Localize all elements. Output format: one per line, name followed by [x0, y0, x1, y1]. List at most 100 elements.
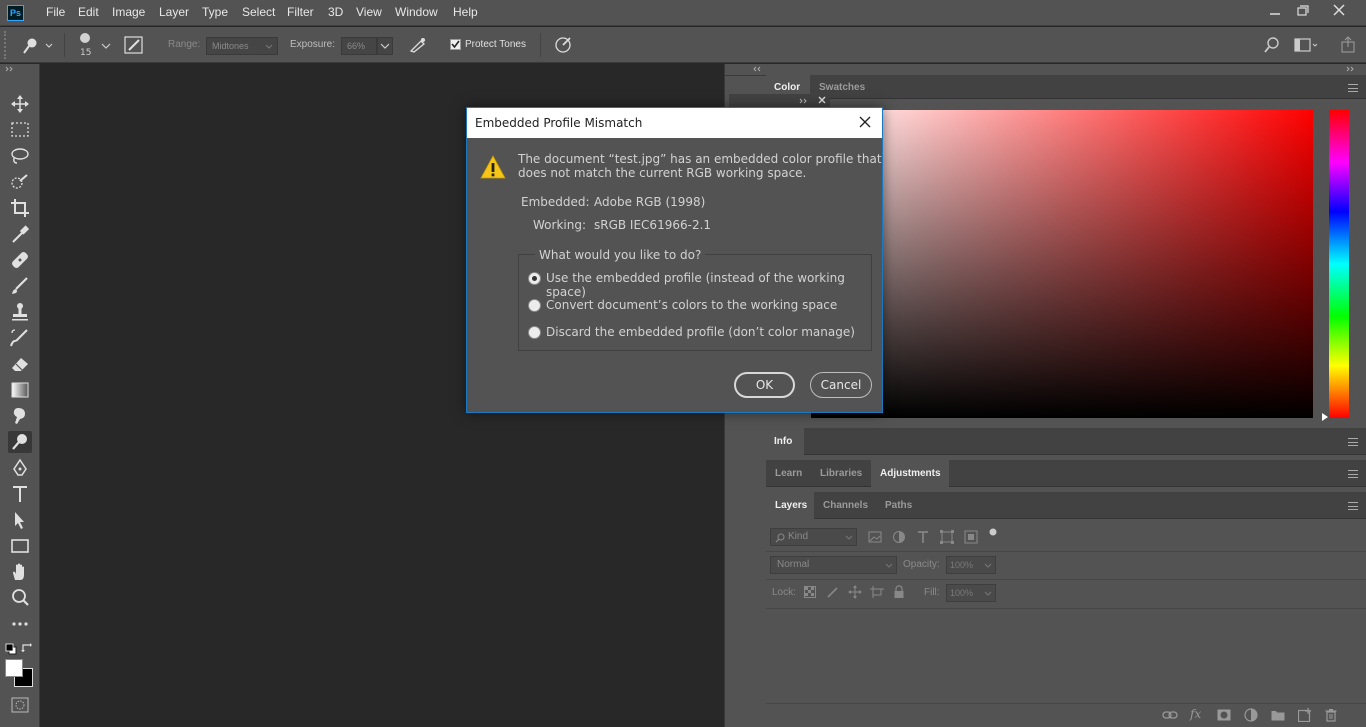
options-bar-grip[interactable]: [4, 31, 10, 59]
tab-color[interactable]: Color: [774, 82, 800, 93]
link-layers-icon[interactable]: [1162, 709, 1178, 721]
dodge-tool-icon[interactable]: [8, 431, 32, 453]
dodge-tool-preset-icon[interactable]: [20, 37, 54, 55]
discard-profile-label[interactable]: Discard the embedded profile (don’t colo…: [546, 325, 855, 339]
use-embedded-profile-radio[interactable]: [528, 272, 541, 285]
tab-info[interactable]: Info: [774, 436, 792, 447]
new-layer-icon[interactable]: [1298, 708, 1312, 722]
minimize-button[interactable]: [1260, 0, 1290, 22]
ok-button[interactable]: OK: [734, 372, 795, 398]
more-tools-icon[interactable]: [8, 613, 32, 635]
marquee-tool-icon[interactable]: [8, 119, 32, 141]
filter-pixel-icon[interactable]: [868, 530, 882, 544]
protect-tones-label[interactable]: Protect Tones: [465, 39, 526, 50]
layers-panel-menu-icon[interactable]: [1348, 502, 1358, 510]
dialog-close-icon[interactable]: [858, 115, 872, 129]
brush-tool-icon[interactable]: [8, 275, 32, 297]
brush-picker-chevron-icon[interactable]: [101, 43, 111, 49]
blur-tool-icon[interactable]: [8, 405, 32, 427]
filter-adjustment-icon[interactable]: [892, 530, 906, 544]
share-icon[interactable]: [1340, 36, 1356, 54]
rectangle-tool-icon[interactable]: [8, 535, 32, 557]
menu-file[interactable]: File: [46, 5, 65, 19]
menu-image[interactable]: Image: [112, 5, 145, 19]
hue-slider[interactable]: [1329, 110, 1349, 418]
history-brush-tool-icon[interactable]: [8, 327, 32, 349]
new-adjustment-layer-icon[interactable]: [1244, 708, 1258, 722]
menu-3d[interactable]: 3D: [328, 5, 343, 19]
discard-profile-radio[interactable]: [528, 326, 541, 339]
menu-help[interactable]: Help: [453, 5, 478, 19]
hue-slider-marker-icon[interactable]: [1321, 413, 1329, 421]
default-colors-icon[interactable]: [5, 643, 17, 655]
lock-position-icon[interactable]: [848, 585, 862, 599]
hand-tool-icon[interactable]: [8, 561, 32, 583]
path-selection-tool-icon[interactable]: [8, 509, 32, 531]
tab-paths[interactable]: Paths: [885, 500, 912, 511]
restore-button[interactable]: [1288, 0, 1318, 22]
workspace-icon[interactable]: [1294, 37, 1318, 53]
range-select[interactable]: Midtones: [206, 37, 278, 55]
tab-channels[interactable]: Channels: [823, 500, 868, 511]
collapse-panels-icon[interactable]: [1346, 66, 1356, 72]
blend-mode-select[interactable]: Normal: [770, 556, 897, 574]
menu-view[interactable]: View: [356, 5, 382, 19]
move-tool-icon[interactable]: [8, 93, 32, 115]
brush-preview-icon[interactable]: [76, 32, 96, 46]
lock-transparent-icon[interactable]: [804, 586, 816, 598]
close-app-button[interactable]: [1324, 0, 1354, 22]
filter-shape-icon[interactable]: [940, 530, 954, 544]
menu-layer[interactable]: Layer: [159, 5, 189, 19]
airbrush-icon[interactable]: [408, 36, 428, 54]
filter-toggle-icon[interactable]: [989, 528, 997, 536]
lock-image-pixels-icon[interactable]: [826, 586, 838, 598]
convert-colors-label[interactable]: Convert document’s colors to the working…: [546, 298, 837, 312]
quick-mask-icon[interactable]: [11, 697, 29, 713]
layer-kind-filter[interactable]: Kind: [770, 528, 857, 546]
lock-artboard-icon[interactable]: [870, 586, 884, 598]
color-panel-menu-icon[interactable]: [1348, 84, 1358, 92]
quick-selection-tool-icon[interactable]: [8, 171, 32, 193]
cancel-button[interactable]: Cancel: [810, 372, 872, 398]
lock-all-icon[interactable]: [893, 585, 905, 599]
layer-style-fx-icon[interactable]: fx: [1190, 707, 1201, 721]
info-panel-menu-icon[interactable]: [1348, 438, 1358, 446]
color-field[interactable]: [811, 110, 1313, 418]
fill-input[interactable]: 100%: [946, 584, 996, 602]
add-mask-icon[interactable]: [1217, 709, 1231, 721]
brush-settings-icon[interactable]: [124, 36, 143, 54]
menu-filter[interactable]: Filter: [287, 5, 314, 19]
exposure-input[interactable]: 66%: [341, 37, 377, 55]
exposure-dropdown-button[interactable]: [377, 37, 393, 55]
use-embedded-profile-label[interactable]: Use the embedded profile (instead of the…: [546, 271, 882, 299]
tab-swatches[interactable]: Swatches: [819, 82, 865, 93]
gradient-tool-icon[interactable]: [8, 379, 32, 401]
tab-libraries[interactable]: Libraries: [820, 468, 862, 479]
collapse-toolbar-icon[interactable]: [5, 66, 15, 72]
lasso-tool-icon[interactable]: [8, 145, 32, 167]
type-tool-icon[interactable]: [8, 483, 32, 505]
eraser-tool-icon[interactable]: [8, 353, 32, 375]
layers-list[interactable]: [766, 608, 1366, 703]
eyedropper-tool-icon[interactable]: [8, 223, 32, 245]
menu-type[interactable]: Type: [202, 5, 228, 19]
adjustments-panel-menu-icon[interactable]: [1348, 470, 1358, 478]
protect-tones-checkbox[interactable]: [450, 39, 461, 50]
close-floating-panel-icon[interactable]: [818, 96, 826, 104]
filter-type-icon[interactable]: [916, 530, 930, 544]
healing-brush-tool-icon[interactable]: [8, 249, 32, 271]
foreground-color-swatch[interactable]: [5, 659, 23, 677]
tab-adjustments[interactable]: Adjustments: [880, 468, 941, 479]
dialog-titlebar[interactable]: Embedded Profile Mismatch: [467, 108, 882, 138]
swap-colors-icon[interactable]: [21, 642, 33, 654]
convert-colors-radio[interactable]: [528, 299, 541, 312]
tab-layers[interactable]: Layers: [775, 500, 807, 511]
crop-tool-icon[interactable]: [8, 197, 32, 219]
collapse-dock-icon[interactable]: [753, 66, 763, 72]
new-group-icon[interactable]: [1271, 709, 1285, 721]
filter-smart-object-icon[interactable]: [964, 530, 978, 544]
pressure-size-icon[interactable]: [553, 35, 573, 55]
menu-window[interactable]: Window: [395, 5, 438, 19]
opacity-input[interactable]: 100%: [946, 556, 996, 574]
menu-edit[interactable]: Edit: [78, 5, 99, 19]
